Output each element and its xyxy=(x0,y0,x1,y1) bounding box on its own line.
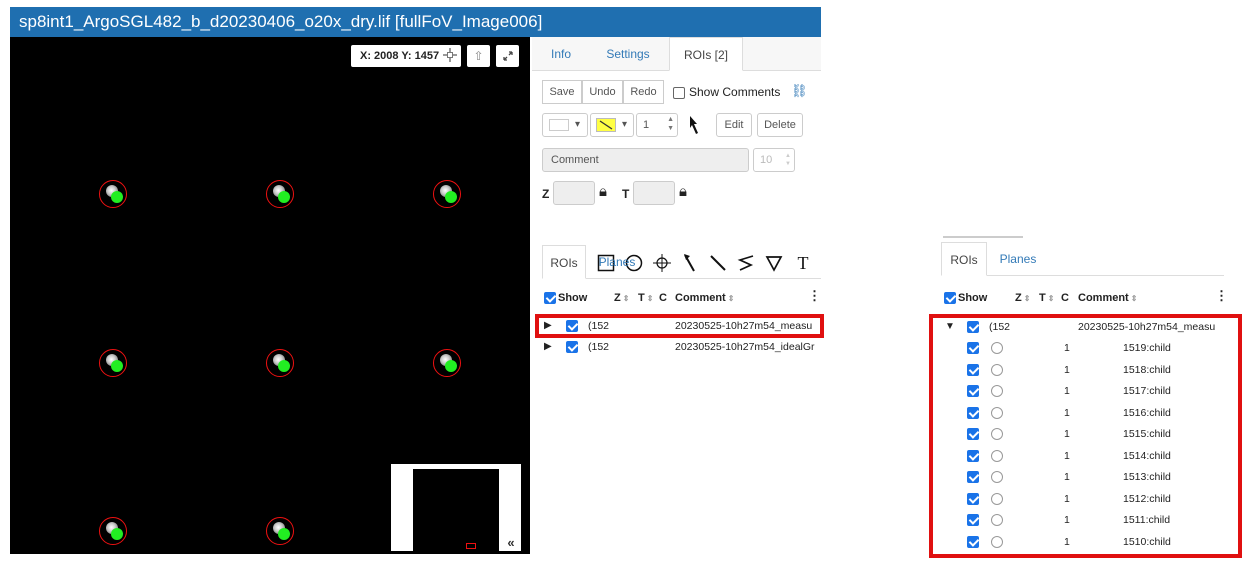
viewport-marker[interactable] xyxy=(466,543,476,549)
table-row[interactable]: ▶ (152 20230525-10h27m54_idealGr xyxy=(532,337,821,357)
lock-icon[interactable]: 🔒︎ xyxy=(679,183,687,200)
font-size-value: 10 xyxy=(760,154,773,166)
roi-spot[interactable] xyxy=(266,517,294,545)
birdseye-thumbnail[interactable]: « xyxy=(391,464,521,552)
show-comments-checkbox[interactable] xyxy=(673,87,685,99)
expand-icon[interactable]: ▶ xyxy=(544,337,552,357)
upload-button[interactable]: ⇧ xyxy=(467,45,490,67)
show-all-checkbox[interactable] xyxy=(544,292,556,304)
save-button[interactable]: Save xyxy=(542,80,582,104)
roi-subtabs: ROIs Planes xyxy=(542,245,821,279)
line-icon xyxy=(599,120,613,130)
show-all-checkbox[interactable] xyxy=(944,292,956,304)
stepper-arrows-icon: ▲ ▼ xyxy=(785,153,791,167)
column-show: Show xyxy=(958,292,988,304)
roi-spot[interactable] xyxy=(99,180,127,208)
redo-button[interactable]: Redo xyxy=(623,80,664,104)
roi-spot[interactable] xyxy=(99,349,127,377)
column-show: Show xyxy=(558,292,588,304)
edit-button[interactable]: Edit xyxy=(716,113,752,137)
lock-icon[interactable]: 🔒︎ xyxy=(599,183,607,200)
column-c: C xyxy=(659,292,667,304)
image-viewer[interactable]: X: 2008 Y: 1457 ⇧ « xyxy=(10,37,530,554)
link-icon[interactable]: ⛓ xyxy=(791,83,808,99)
roi-spot[interactable] xyxy=(266,349,294,377)
column-z[interactable]: Z ⇕ xyxy=(1015,292,1030,304)
tab-info[interactable]: Info xyxy=(537,37,585,71)
stroke-color-picker[interactable]: ▾ xyxy=(590,113,634,137)
chevron-down-icon: ▾ xyxy=(575,119,581,130)
column-t[interactable]: T ⇕ xyxy=(1039,292,1054,304)
tab-settings[interactable]: Settings xyxy=(598,37,658,71)
t-label: T xyxy=(622,187,630,201)
delete-button[interactable]: Delete xyxy=(757,113,803,137)
columns-menu-icon[interactable]: ⋮ xyxy=(808,288,821,304)
z-input[interactable] xyxy=(553,181,595,205)
arrow-tool-icon[interactable] xyxy=(687,115,701,135)
fullscreen-icon xyxy=(502,51,513,61)
coordinate-readout: X: 2008 Y: 1457 xyxy=(351,45,461,67)
font-size-stepper[interactable]: 10 ▲ ▼ xyxy=(753,148,795,172)
highlight-box xyxy=(535,314,824,338)
panel-tabs: Info Settings ROIs [2] xyxy=(532,37,821,71)
t-input[interactable] xyxy=(633,181,675,205)
highlight-box xyxy=(929,314,1242,558)
tab-rois-list[interactable]: ROIs xyxy=(941,242,987,276)
show-comments-label: Show Comments xyxy=(689,85,781,99)
fill-color-picker[interactable]: ▾ xyxy=(542,113,588,137)
comment-input[interactable]: Comment xyxy=(542,148,749,172)
fullscreen-button[interactable] xyxy=(496,45,519,67)
column-comment[interactable]: Comment ⇕ xyxy=(675,292,734,304)
tab-rois[interactable]: ROIs [2] xyxy=(669,37,743,71)
row-show-checkbox[interactable] xyxy=(566,341,578,353)
crosshair-icon[interactable] xyxy=(443,48,457,62)
roi-spot[interactable] xyxy=(433,180,461,208)
z-label: Z xyxy=(542,187,550,201)
stepper-arrows-icon[interactable]: ▲ ▼ xyxy=(667,115,674,133)
tab-planes[interactable]: Planes xyxy=(993,242,1043,276)
column-comment[interactable]: Comment ⇕ xyxy=(1078,292,1137,304)
zoomed-subtabs: ROIs Planes xyxy=(941,242,1224,276)
stroke-width-value: 1 xyxy=(643,119,650,131)
roi-spot[interactable] xyxy=(433,349,461,377)
row-id: (152 xyxy=(588,341,610,353)
tab-rois-list[interactable]: ROIs xyxy=(542,245,586,279)
chevron-down-icon: ▾ xyxy=(622,119,628,130)
column-t[interactable]: T ⇕ xyxy=(638,292,653,304)
upload-icon: ⇧ xyxy=(473,49,484,63)
column-c: C xyxy=(1061,292,1069,304)
roi-spot[interactable] xyxy=(266,180,294,208)
columns-menu-icon[interactable]: ⋮ xyxy=(1215,288,1228,304)
tab-planes[interactable]: Planes xyxy=(592,245,642,279)
comment-placeholder: Comment xyxy=(551,154,599,166)
divider xyxy=(943,236,1023,238)
column-z[interactable]: Z ⇕ xyxy=(614,292,629,304)
window-title: sp8int1_ArgoSGL482_b_d20230406_o20x_dry.… xyxy=(10,7,821,37)
undo-button[interactable]: Undo xyxy=(582,80,623,104)
stroke-width-stepper[interactable]: 1 ▲ ▼ xyxy=(636,113,678,137)
coordinate-text: X: 2008 Y: 1457 xyxy=(360,50,440,62)
row-comment: 20230525-10h27m54_idealGr xyxy=(675,341,815,353)
roi-spot[interactable] xyxy=(99,517,127,545)
collapse-birdseye-button[interactable]: « xyxy=(503,536,519,550)
roi-panel: Info Settings ROIs [2] Save Undo Redo Sh… xyxy=(532,37,821,557)
birdseye-image xyxy=(413,469,499,552)
